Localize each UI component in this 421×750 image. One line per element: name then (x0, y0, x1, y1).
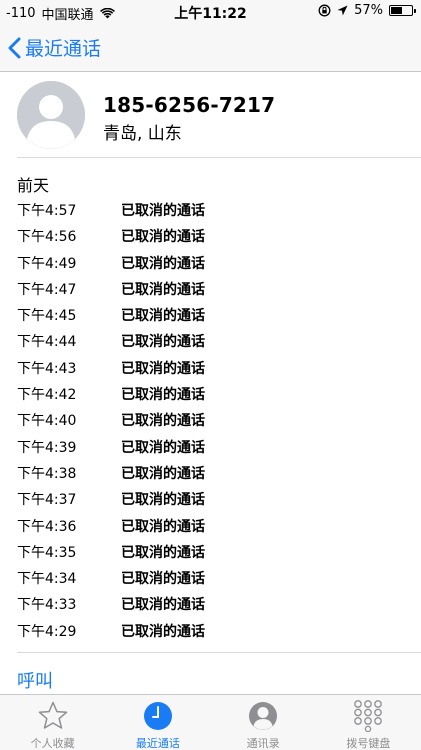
avatar[interactable] (17, 81, 85, 149)
tab-favorites[interactable]: 个人收藏 (0, 695, 105, 750)
tab-keypad[interactable]: 拨号键盘 (316, 695, 421, 750)
contact-header: 185-6256-7217 青岛, 山东 (0, 73, 421, 157)
call-history-row: 下午4:45 已取消的通话 (0, 301, 421, 327)
call-status: 已取消的通话 (121, 439, 205, 456)
rotation-lock-icon (318, 4, 331, 17)
call-status: 已取消的通话 (121, 255, 205, 272)
star-icon (38, 701, 67, 729)
call-history-list: 下午4:57 已取消的通话 下午4:56 已取消的通话 下午4:49 已取消的通话 下午4:… (0, 196, 421, 643)
call-status: 已取消的通话 (121, 387, 205, 404)
call-time: 下午4:37 (17, 492, 77, 509)
call-history-row: 下午4:38 已取消的通话 (0, 459, 421, 485)
call-history-row: 下午4:33 已取消的通话 (0, 590, 421, 616)
call-status: 已取消的通话 (121, 281, 205, 298)
call-status: 已取消的通话 (121, 492, 205, 509)
call-status: 已取消的通话 (121, 334, 205, 351)
tab-contacts[interactable]: 通讯录 (211, 695, 316, 750)
battery-fill (391, 7, 403, 14)
call-history-row: 下午4:42 已取消的通话 (0, 380, 421, 406)
call-history-row: 下午4:37 已取消的通话 (0, 485, 421, 511)
call-history-row: 下午4:29 已取消的通话 (0, 617, 421, 643)
contact-phone-number: 185-6256-7217 (103, 93, 276, 117)
call-history-row: 下午4:36 已取消的通话 (0, 512, 421, 538)
call-status: 已取消的通话 (121, 413, 205, 430)
status-right: 57% (318, 3, 416, 18)
nav-bar: 最近通话 (0, 24, 421, 72)
status-bar: -110 中国联通 上午11:22 57% (0, 0, 421, 24)
location-arrow-icon (337, 5, 348, 16)
back-button-label: 最近通话 (25, 38, 102, 60)
call-status: 已取消的通话 (121, 229, 205, 246)
call-history-row: 下午4:57 已取消的通话 (0, 196, 421, 222)
call-time: 下午4:29 (17, 623, 77, 640)
battery-icon (389, 5, 416, 16)
keypad-icon (354, 700, 383, 732)
call-history-row: 下午4:35 已取消的通话 (0, 538, 421, 564)
divider (17, 652, 421, 653)
call-status: 已取消的通话 (121, 597, 205, 614)
call-history-row: 下午4:34 已取消的通话 (0, 564, 421, 590)
call-history-row: 下午4:43 已取消的通话 (0, 354, 421, 380)
call-status: 已取消的通话 (121, 571, 205, 588)
call-time: 下午4:36 (17, 518, 77, 535)
call-time: 下午4:38 (17, 465, 77, 482)
call-status: 已取消的通话 (121, 544, 205, 561)
call-status: 已取消的通话 (121, 465, 205, 482)
call-time: 下午4:44 (17, 334, 77, 351)
call-time: 下午4:49 (17, 255, 77, 272)
tab-label: 通讯录 (246, 737, 280, 750)
call-button[interactable]: 呼叫 (17, 667, 53, 693)
clock-icon (143, 702, 172, 730)
call-status: 已取消的通话 (121, 518, 205, 535)
battery-percentage: 57% (354, 3, 383, 18)
person-circle-icon (249, 702, 278, 730)
call-time: 下午4:40 (17, 413, 77, 430)
call-history-row: 下午4:40 已取消的通话 (0, 406, 421, 432)
call-status: 已取消的通话 (121, 308, 205, 325)
tab-bar: 个人收藏 最近通话 通讯录 拨号键盘 (0, 694, 421, 750)
tab-label: 个人收藏 (30, 737, 75, 750)
tab-label: 拨号键盘 (346, 737, 391, 750)
call-time: 下午4:43 (17, 360, 77, 377)
chevron-left-icon (8, 37, 21, 58)
call-status: 已取消的通话 (121, 623, 205, 640)
tab-label: 最近通话 (135, 737, 180, 750)
date-header: 前天 (17, 176, 50, 195)
person-silhouette-icon (17, 81, 85, 149)
call-status: 已取消的通话 (121, 360, 205, 377)
tab-recents[interactable]: 最近通话 (105, 695, 210, 750)
call-status: 已取消的通话 (121, 203, 205, 219)
call-history-row: 下午4:56 已取消的通话 (0, 222, 421, 248)
call-history-row: 下午4:39 已取消的通话 (0, 433, 421, 459)
divider (17, 157, 421, 158)
call-time: 下午4:42 (17, 387, 77, 404)
call-history-row: 下午4:44 已取消的通话 (0, 327, 421, 353)
call-time: 下午4:35 (17, 544, 77, 561)
back-button[interactable]: 最近通话 (8, 34, 101, 61)
call-time: 下午4:34 (17, 571, 77, 588)
call-time: 下午4:57 (17, 203, 77, 219)
call-time: 下午4:45 (17, 308, 77, 325)
call-time: 下午4:39 (17, 439, 77, 456)
contact-location: 青岛, 山东 (103, 124, 182, 144)
call-time: 下午4:56 (17, 229, 77, 246)
call-time: 下午4:33 (17, 597, 77, 614)
call-history-row: 下午4:49 已取消的通话 (0, 249, 421, 275)
call-history-row: 下午4:47 已取消的通话 (0, 275, 421, 301)
call-time: 下午4:47 (17, 281, 77, 298)
